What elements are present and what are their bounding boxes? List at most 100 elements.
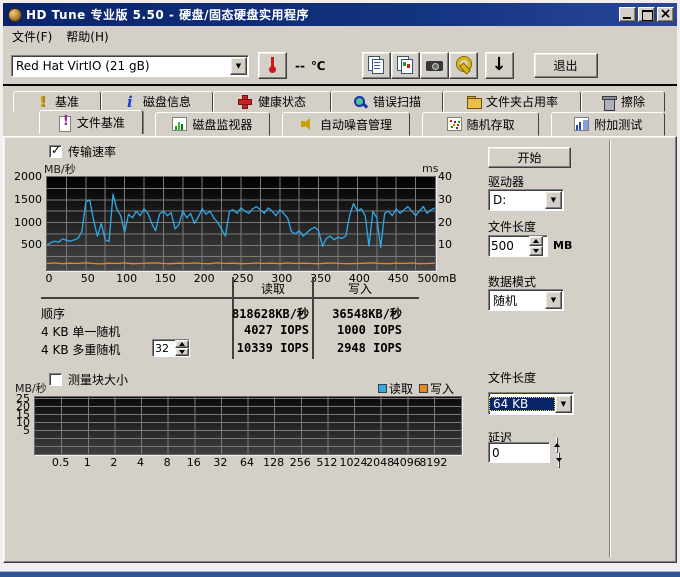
start-button[interactable]: 开始 bbox=[488, 147, 571, 168]
data-pattern-label: 数据模式 bbox=[488, 273, 536, 290]
tab-label: 文件基准 bbox=[77, 114, 125, 131]
chevron-down-icon[interactable]: ▼ bbox=[555, 395, 572, 413]
tab-label: 磁盘信息 bbox=[143, 93, 191, 110]
row-4k-single-label: 4 KB 单一随机 bbox=[41, 323, 120, 340]
minimize-button[interactable] bbox=[619, 7, 636, 22]
tick-label: 2000 bbox=[6, 170, 42, 183]
file-benchmark-panel: ✓ 传输速率 MB/秒 ms 200015001000500 40302010 … bbox=[3, 136, 677, 563]
write-legend-label: 写入 bbox=[430, 380, 454, 397]
read-column-header: 读取 bbox=[233, 280, 313, 297]
checkbox-box[interactable]: ✓ bbox=[49, 373, 62, 386]
benchmark-icon bbox=[35, 95, 50, 109]
close-button[interactable] bbox=[657, 7, 674, 22]
panel-divider bbox=[609, 140, 611, 557]
tick-label: 20 bbox=[438, 216, 462, 229]
block-size-chart bbox=[34, 396, 462, 455]
block-file-length-value: 64 KB bbox=[489, 397, 555, 411]
tab-aam[interactable]: 自动噪音管理 bbox=[282, 112, 410, 136]
drive-select[interactable]: Red Hat VirtIO (21 gB) ▼ bbox=[11, 55, 249, 77]
file-benchmark-icon bbox=[57, 116, 72, 130]
delay-up-button[interactable] bbox=[556, 437, 558, 453]
row-4k-multi-label: 4 KB 多重随机 bbox=[41, 341, 120, 358]
delay-input[interactable] bbox=[489, 443, 549, 462]
file-length-label: 文件长度 bbox=[488, 218, 536, 235]
y-right-axis-title: ms bbox=[422, 162, 438, 175]
tab-label: 自动噪音管理 bbox=[320, 116, 392, 133]
check-icon: ✓ bbox=[51, 143, 61, 157]
transfer-rate-chart bbox=[46, 176, 436, 271]
camera-icon bbox=[421, 53, 448, 78]
disk-info-icon bbox=[123, 95, 138, 109]
tab-health[interactable]: 健康状态 bbox=[213, 91, 331, 112]
tab-file-benchmark[interactable]: 文件基准 bbox=[39, 110, 143, 134]
drive-dropdown[interactable]: D: ▼ bbox=[488, 189, 564, 211]
tab-error-scan[interactable]: 错误扫描 bbox=[331, 91, 443, 112]
tick-label: 10 bbox=[438, 238, 462, 251]
menu-bar: 文件(F) 帮助(H) bbox=[3, 26, 677, 47]
file-length-unit: MB bbox=[553, 239, 572, 252]
maximize-button[interactable] bbox=[638, 7, 655, 22]
tab-benchmark[interactable]: 基准 bbox=[13, 91, 101, 112]
chevron-down-icon[interactable]: ▼ bbox=[230, 57, 247, 75]
copy-text-icon bbox=[363, 53, 390, 78]
drive-select-value: Red Hat VirtIO (21 gB) bbox=[12, 59, 230, 73]
screenshot-button[interactable] bbox=[420, 52, 449, 79]
delay-field-frame bbox=[488, 442, 550, 463]
tick-label: 500mB bbox=[414, 272, 460, 285]
tab-label: 健康状态 bbox=[258, 93, 306, 110]
titlebar[interactable]: HD Tune 专业版 5.50 - 硬盘/固态硬盘实用程序 bbox=[3, 3, 677, 26]
delay-down-button[interactable] bbox=[558, 452, 560, 468]
read-legend-swatch bbox=[378, 384, 387, 393]
data-pattern-dropdown[interactable]: 随机 ▼ bbox=[488, 289, 564, 311]
tab-disk-info[interactable]: 磁盘信息 bbox=[101, 91, 213, 112]
folder-usage-icon bbox=[466, 95, 481, 109]
tab-label: 附加测试 bbox=[594, 116, 642, 133]
queue-depth-spinner[interactable]: 32 bbox=[152, 339, 190, 357]
block-file-length-dropdown[interactable]: 64 KB ▼ bbox=[488, 392, 574, 415]
copy-image-button[interactable] bbox=[391, 52, 420, 79]
write-column-header: 写入 bbox=[315, 280, 405, 297]
chevron-down-icon[interactable]: ▼ bbox=[545, 291, 562, 309]
copy-text-button[interactable] bbox=[362, 52, 391, 79]
health-status-icon bbox=[238, 95, 253, 109]
spin-down-icon[interactable] bbox=[529, 246, 543, 256]
table-rule bbox=[41, 297, 419, 299]
tick-label: 8192 bbox=[415, 456, 451, 469]
down-arrow-icon bbox=[486, 53, 513, 78]
row-4k-multi-write: 2948 IOPS bbox=[315, 341, 402, 355]
temperature-value: -- bbox=[295, 59, 305, 73]
menu-item-help[interactable]: 帮助(H) bbox=[59, 26, 115, 47]
temperature-button[interactable] bbox=[258, 52, 287, 79]
chart-legend: 读取 写入 bbox=[378, 380, 454, 397]
row-sequential-write: 36548KB/秒 bbox=[315, 305, 402, 322]
temperature-unit: ℃ bbox=[311, 59, 326, 73]
tick-label: 5 bbox=[10, 424, 30, 437]
checkbox-box[interactable]: ✓ bbox=[49, 145, 62, 158]
tick-label: 500 bbox=[6, 238, 42, 251]
erase-icon bbox=[601, 95, 616, 109]
file-length-spinner[interactable]: 500 bbox=[488, 235, 548, 257]
disk-monitor-icon bbox=[172, 117, 187, 131]
tab-folder-usage[interactable]: 文件夹占用率 bbox=[443, 91, 581, 112]
spin-down-icon[interactable] bbox=[175, 348, 189, 356]
options-button[interactable] bbox=[449, 52, 478, 79]
save-results-button[interactable] bbox=[485, 52, 514, 79]
transfer-rate-checkbox[interactable]: ✓ 传输速率 bbox=[49, 143, 116, 160]
spin-up-icon[interactable] bbox=[529, 236, 543, 246]
exit-button[interactable]: 退出 bbox=[534, 53, 598, 78]
tab-extra-tests[interactable]: 附加测试 bbox=[551, 112, 665, 136]
tab-disk-monitor[interactable]: 磁盘监视器 bbox=[155, 112, 271, 136]
tab-erase[interactable]: 擦除 bbox=[581, 91, 665, 112]
toolbar: Red Hat VirtIO (21 gB) ▼ -- ℃ 退出 bbox=[3, 47, 677, 84]
wrench-icon bbox=[450, 53, 477, 78]
tab-control: 基准 磁盘信息 健康状态 错误扫描文件夹占用率擦除 文件基准 磁盘监视器 自动噪音管理 随机… bbox=[3, 86, 677, 136]
spin-up-icon[interactable] bbox=[175, 340, 189, 348]
write-legend-swatch bbox=[419, 384, 428, 393]
tab-random-access[interactable]: 随机存取 bbox=[422, 112, 540, 136]
menu-item-file[interactable]: 文件(F) bbox=[5, 26, 59, 47]
row-sequential-read: 818628KB/秒 bbox=[229, 305, 309, 322]
extra-tests-icon bbox=[574, 117, 589, 131]
chevron-down-icon[interactable]: ▼ bbox=[545, 191, 562, 209]
app-icon bbox=[8, 8, 22, 22]
block-size-checkbox[interactable]: ✓ 测量块大小 bbox=[49, 371, 128, 388]
